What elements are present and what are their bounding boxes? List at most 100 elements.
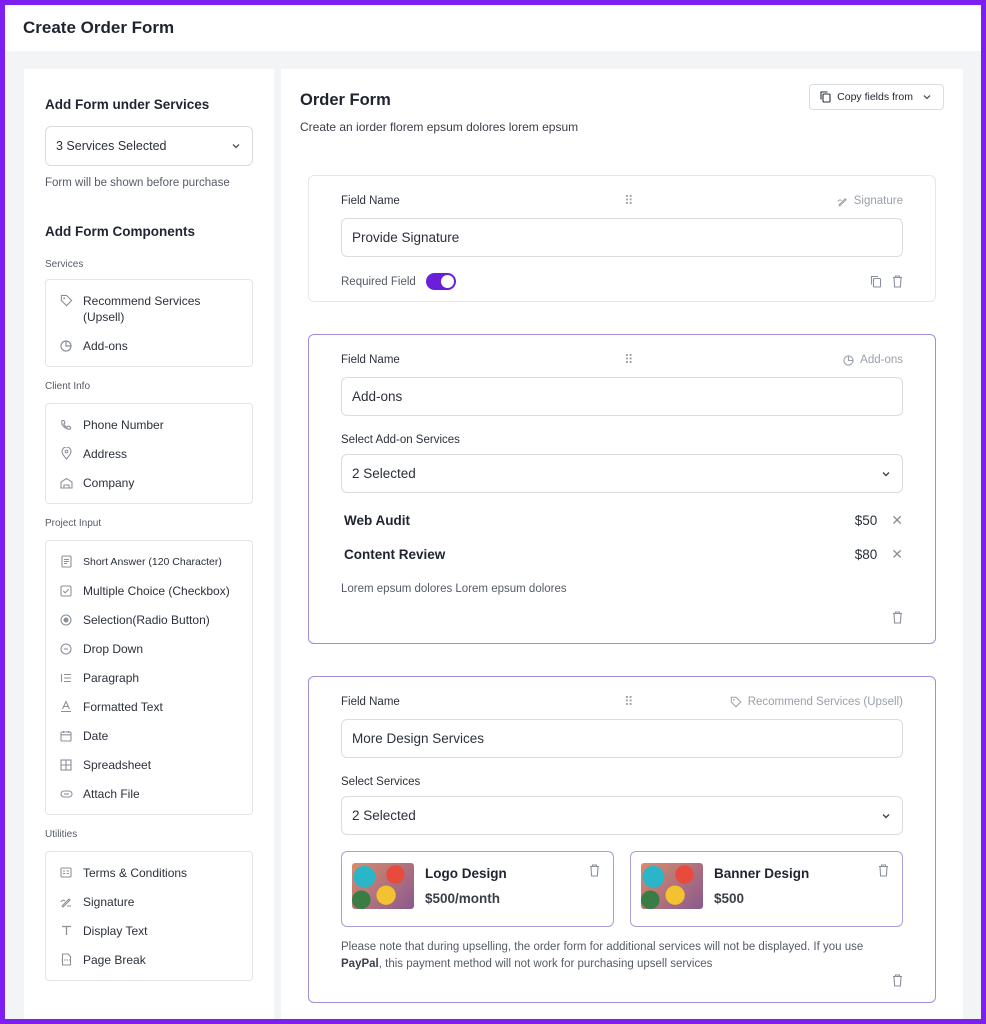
service-price: $500/month — [425, 891, 501, 906]
building-icon — [59, 475, 73, 491]
chevron-down-icon — [923, 95, 931, 100]
page-break-icon — [59, 952, 73, 968]
components-title: Add Form Components — [45, 224, 195, 239]
drag-handle-icon[interactable]: ⠿ — [624, 694, 633, 710]
checkbox-icon — [59, 583, 73, 599]
services-select[interactable]: 2 Selected — [341, 796, 903, 835]
short-answer-icon — [59, 554, 73, 570]
service-thumbnail — [641, 863, 703, 909]
component-formatted-text[interactable]: Formatted Text — [59, 692, 239, 721]
field-name-label: Field Name — [341, 195, 400, 207]
service-thumbnail — [352, 863, 414, 909]
app-frame: Create Order Form Add Form under Service… — [5, 5, 981, 1019]
service-price: $500 — [714, 891, 745, 906]
addons-icon — [59, 338, 73, 354]
component-add-ons[interactable]: Add-ons — [59, 331, 239, 360]
addons-select[interactable]: 2 Selected — [341, 454, 903, 493]
service-name: Banner Design — [714, 866, 810, 881]
section-label-utilities: Utilities — [45, 829, 78, 840]
trash-icon[interactable] — [892, 275, 903, 288]
field-name-label: Field Name — [341, 696, 400, 708]
calendar-icon — [59, 728, 73, 744]
field-name-input[interactable]: More Design Services — [341, 719, 903, 758]
chevron-down-icon — [882, 471, 890, 476]
component-attach-file[interactable]: Attach File — [59, 779, 239, 808]
utilities-components: Terms & Conditions Signature Display Tex… — [45, 851, 253, 981]
addon-price: $50 — [854, 512, 878, 528]
select-services-label: Select Services — [341, 776, 421, 788]
paperclip-icon — [59, 786, 73, 802]
component-signature[interactable]: Signature — [59, 887, 239, 916]
remove-icon[interactable]: ✕ — [891, 512, 903, 529]
service-card[interactable]: Logo Design $500/month — [341, 851, 614, 927]
trash-icon[interactable] — [892, 974, 903, 987]
component-display-text[interactable]: Display Text — [59, 916, 239, 945]
component-terms-conditions[interactable]: Terms & Conditions — [59, 858, 239, 887]
location-pin-icon — [59, 446, 73, 462]
component-page-break[interactable]: Page Break — [59, 945, 239, 974]
page-title: Create Order Form — [23, 18, 175, 37]
services-select[interactable]: 3 Services Selected — [45, 126, 253, 166]
services-components: Recommend Services (Upsell) Add-ons — [45, 279, 253, 367]
trash-icon[interactable] — [892, 611, 903, 624]
component-recommend-services[interactable]: Recommend Services (Upsell) — [59, 286, 239, 331]
field-name-input[interactable]: Provide Signature — [341, 218, 903, 257]
component-drop-down[interactable]: Drop Down — [59, 634, 239, 663]
chevron-down-icon — [232, 144, 240, 149]
paypal-text: PayPal — [341, 958, 379, 970]
component-date[interactable]: Date — [59, 721, 239, 750]
drag-handle-icon[interactable]: ⠿ — [624, 193, 633, 209]
duplicate-icon[interactable] — [870, 275, 882, 288]
component-selection-radio[interactable]: Selection(Radio Button) — [59, 605, 239, 634]
drag-handle-icon[interactable]: ⠿ — [624, 352, 633, 368]
tag-icon — [59, 293, 73, 309]
signature-field-card[interactable]: Field Name ⠿ Signature Provide Signature… — [308, 175, 936, 302]
chevron-down-icon — [882, 813, 890, 818]
copy-fields-button[interactable]: Copy fields from — [809, 84, 944, 110]
text-icon — [59, 923, 73, 939]
sidebar: Add Form under Services 3 Services Selec… — [24, 69, 274, 1019]
section-label-client-info: Client Info — [45, 381, 91, 392]
paragraph-icon — [59, 670, 73, 686]
field-type-tag: Recommend Services (Upsell) — [730, 696, 903, 708]
upsell-note: Please note that during upselling, the o… — [341, 941, 864, 970]
field-name-input[interactable]: Add-ons — [341, 377, 903, 416]
upsell-field-card[interactable]: Field Name ⠿ Recommend Services (Upsell)… — [308, 676, 936, 1003]
terms-icon — [59, 865, 73, 881]
addon-item: Web Audit $50 ✕ — [344, 511, 903, 529]
trash-icon[interactable] — [878, 864, 889, 877]
required-field-label: Required Field — [341, 275, 416, 288]
main-panel: Order Form Create an iorder florem epsum… — [281, 69, 963, 1019]
component-company[interactable]: Company — [59, 468, 239, 497]
signature-icon — [59, 894, 73, 910]
field-type-tag: Signature — [837, 195, 903, 207]
addon-item: Content Review $80 ✕ — [344, 545, 903, 563]
addons-note: Lorem epsum dolores Lorem epsum dolores — [341, 583, 567, 595]
formatted-text-icon — [59, 699, 73, 715]
field-name-label: Field Name — [341, 354, 400, 366]
component-phone-number[interactable]: Phone Number — [59, 410, 239, 439]
component-multiple-choice[interactable]: Multiple Choice (Checkbox) — [59, 576, 239, 605]
component-spreadsheet[interactable]: Spreadsheet — [59, 750, 239, 779]
services-hint: Form will be shown before purchase — [45, 177, 230, 189]
service-card[interactable]: Banner Design $500 — [630, 851, 903, 927]
top-bar: Create Order Form — [5, 5, 981, 51]
services-select-value: 3 Services Selected — [56, 139, 167, 153]
client-info-components: Phone Number Address Company — [45, 403, 253, 504]
signature-icon — [837, 197, 847, 207]
form-title: Order Form — [300, 91, 391, 109]
project-input-components: Short Answer (120 Character) Multiple Ch… — [45, 540, 253, 815]
section-label-project-input: Project Input — [45, 518, 102, 529]
component-short-answer[interactable]: Short Answer (120 Character) — [59, 547, 239, 576]
required-toggle[interactable] — [425, 273, 456, 290]
service-name: Logo Design — [425, 866, 507, 881]
addons-icon — [843, 354, 854, 366]
component-address[interactable]: Address — [59, 439, 239, 468]
grid-icon — [59, 757, 73, 773]
remove-icon[interactable]: ✕ — [891, 546, 903, 563]
trash-icon[interactable] — [589, 864, 600, 877]
field-type-tag: Add-ons — [843, 354, 903, 366]
component-paragraph[interactable]: Paragraph — [59, 663, 239, 692]
addons-field-card[interactable]: Field Name ⠿ Add-ons Add-ons Select Add-… — [308, 334, 936, 644]
select-addons-label: Select Add-on Services — [341, 434, 460, 446]
